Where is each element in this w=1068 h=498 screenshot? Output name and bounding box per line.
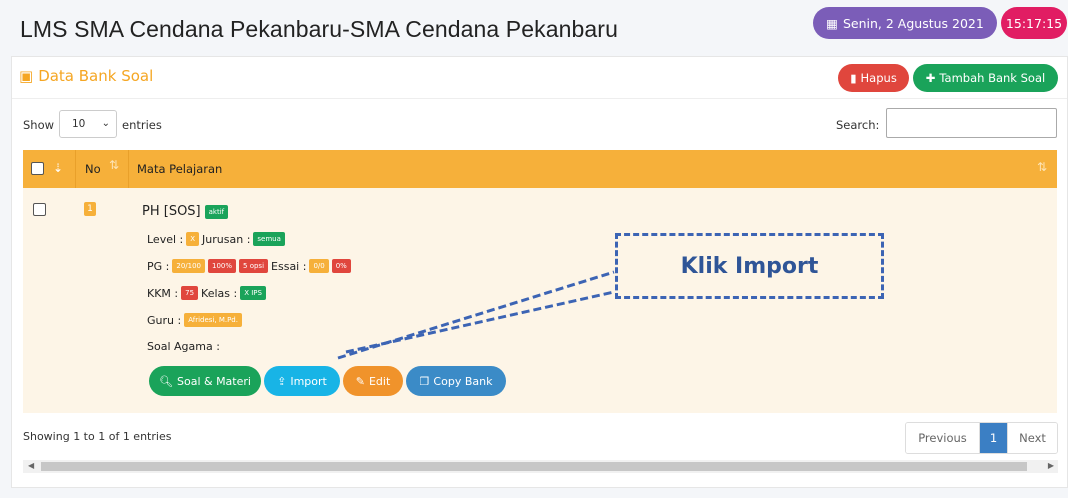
kelas-label: Kelas :: [201, 286, 238, 300]
entries-select[interactable]: 10 ⌄: [59, 110, 117, 138]
row-number: 1: [84, 202, 96, 216]
time-badge: 15:17:15: [1001, 7, 1067, 39]
search-label: Search:: [836, 118, 880, 132]
column-divider: [75, 150, 76, 188]
search-icon: 🔍︎: [159, 374, 173, 388]
agama-line: Soal Agama :: [147, 340, 220, 353]
pg-opsi-badge: 5 opsi: [239, 259, 269, 273]
show-label: Show: [23, 118, 55, 132]
column-mata-pelajaran[interactable]: Mata Pelajaran: [137, 150, 222, 188]
copy-label: Copy Bank: [433, 374, 493, 388]
row-checkbox[interactable]: [33, 203, 46, 216]
pg-percent-badge: 100%: [208, 259, 237, 273]
import-label: Import: [290, 374, 327, 388]
tambah-bank-soal-button[interactable]: ✚ Tambah Bank Soal: [913, 64, 1058, 92]
sort-icon[interactable]: ⇣: [53, 161, 63, 175]
select-all-checkbox[interactable]: [31, 162, 44, 175]
essai-percent-badge: 0%: [331, 259, 351, 273]
entries-label: entries: [122, 118, 162, 132]
annotation-callout: Klik Import: [615, 233, 884, 299]
calendar-icon: ▦: [826, 15, 838, 31]
guru-badge: Afridesi, M.Pd.: [184, 313, 242, 327]
sort-icon: ⇅: [1037, 160, 1048, 174]
guru-label: Guru :: [147, 313, 182, 327]
next-button[interactable]: Next: [1007, 423, 1057, 453]
pg-label: PG :: [147, 259, 170, 273]
scroll-right-icon[interactable]: ▶: [1048, 461, 1054, 470]
edit-icon: ✎: [355, 374, 365, 388]
column-divider: [128, 150, 129, 188]
import-button[interactable]: ⇪ Import: [264, 366, 340, 396]
plus-icon: ✚: [925, 71, 936, 85]
scrollbar-thumb[interactable]: [41, 462, 1027, 471]
scroll-left-icon[interactable]: ◀: [28, 461, 34, 470]
guru-line: Guru : Afridesi, M.Pd.: [147, 313, 242, 327]
kkm-label: KKM :: [147, 286, 179, 300]
trash-icon: ▮: [850, 71, 857, 85]
hapus-label: Hapus: [860, 71, 897, 85]
soal-label: Soal & Materi: [176, 374, 251, 388]
status-badge: aktif: [204, 204, 229, 219]
page-title: LMS SMA Cendana Pekanbaru-SMA Cendana Pe…: [20, 16, 618, 42]
table-header: ⇣ No ⇅ Mata Pelajaran ⇅: [23, 150, 1057, 188]
entries-value: 10: [72, 118, 86, 130]
level-label: Level :: [147, 232, 184, 246]
edit-label: Edit: [368, 374, 391, 388]
chevron-down-icon: ⌄: [101, 118, 110, 129]
kkm-line: KKM : 75 Kelas : X IPS: [147, 286, 266, 300]
jurusan-label: Jurusan :: [202, 232, 251, 246]
kelas-badge: X IPS: [240, 286, 266, 300]
card-title-text: Data Bank Soal: [38, 67, 154, 85]
previous-button[interactable]: Previous: [906, 423, 980, 453]
edit-button[interactable]: ✎ Edit: [343, 366, 403, 396]
card-title: ▣ Data Bank Soal: [19, 67, 153, 85]
level-line: Level : X Jurusan : semua: [147, 232, 285, 246]
briefcase-icon: ▣: [19, 67, 34, 85]
kkm-badge: 75: [181, 286, 199, 300]
subject-name: PH [SOS]: [142, 204, 201, 219]
tambah-label: Tambah Bank Soal: [939, 71, 1046, 85]
agama-label: Soal Agama :: [147, 340, 220, 353]
pg-count-badge: 20/100: [172, 259, 206, 273]
pg-line: PG : 20/100 100% 5 opsi Essai : 0/0 0%: [147, 259, 351, 273]
sort-icon: ⇅: [109, 158, 120, 172]
level-badge: X: [186, 232, 200, 246]
table-info: Showing 1 to 1 of 1 entries: [23, 430, 172, 443]
page-1-button[interactable]: 1: [980, 423, 1007, 453]
column-no[interactable]: No: [85, 150, 101, 188]
essai-count-badge: 0/0: [309, 259, 329, 273]
jurusan-badge: semua: [253, 232, 285, 246]
date-badge: ▦ Senin, 2 Agustus 2021: [813, 7, 997, 39]
pagination: Previous 1 Next: [905, 422, 1058, 454]
search-input[interactable]: [886, 108, 1057, 138]
hapus-button[interactable]: ▮ Hapus: [838, 64, 909, 92]
essai-label: Essai :: [271, 259, 307, 273]
soal-materi-button[interactable]: 🔍︎ Soal & Materi: [149, 366, 261, 396]
copy-bank-button[interactable]: ❐ Copy Bank: [406, 366, 506, 396]
subject-line: PH [SOS] aktif: [142, 204, 229, 219]
card-header: ▣ Data Bank Soal ▮ Hapus ✚ Tambah Bank S…: [12, 57, 1067, 99]
date-text: Senin, 2 Agustus 2021: [842, 15, 984, 31]
upload-icon: ⇪: [277, 374, 287, 388]
copy-icon: ❐: [419, 374, 430, 388]
horizontal-scrollbar[interactable]: ◀ ▶: [23, 460, 1058, 473]
